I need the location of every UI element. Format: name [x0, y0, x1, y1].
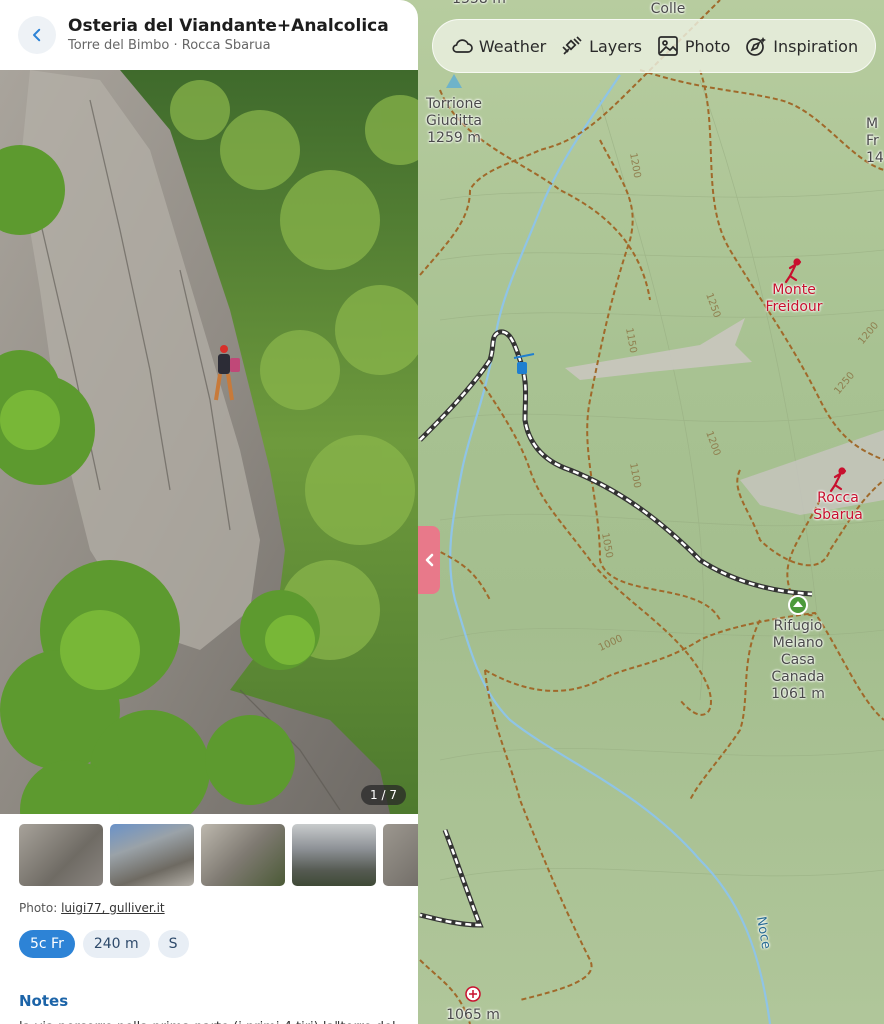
map-label-rocca-sbarua[interactable]: Rocca Sbarua: [808, 490, 868, 524]
map-label-torrione[interactable]: Torrione Giuditta 1259 m: [420, 96, 488, 147]
notes-text: la via percorre nella prima parte (i pri…: [0, 1010, 418, 1024]
spring-icon[interactable]: [465, 986, 481, 1002]
credit-link[interactable]: luigi77, gulliver.it: [61, 901, 165, 915]
thumbnail[interactable]: [383, 824, 418, 886]
weather-label: Weather: [478, 36, 547, 56]
inspiration-button[interactable]: Inspiration: [744, 34, 858, 58]
map-label-monte-freidour[interactable]: Monte Freidour: [760, 282, 828, 316]
panel-header: Osteria del Viandante+Analcolica Torre d…: [0, 0, 418, 70]
photo-label: Photo: [684, 36, 731, 56]
back-button[interactable]: [18, 16, 56, 54]
map-toolbar: Weather Layers Photo Inspiration: [432, 19, 876, 73]
photo-button[interactable]: Photo: [656, 34, 731, 58]
route-photo[interactable]: 1 / 7: [0, 70, 418, 814]
photo-credit: Photo: luigi77, gulliver.it: [0, 896, 418, 915]
map-label-top-elevation: 1358 m: [446, 0, 512, 8]
credit-prefix: Photo:: [19, 901, 62, 915]
inspiration-label: Inspiration: [773, 36, 859, 56]
grade-badge: 5c Fr: [19, 930, 75, 958]
thumbnail[interactable]: [292, 824, 376, 886]
route-detail-panel: Osteria del Viandante+Analcolica Torre d…: [0, 0, 418, 1024]
map-label-rifugio-melano[interactable]: Rifugio Melano Casa Canada 1061 m: [764, 618, 832, 703]
route-subtitle: Torre del Bimbo · Rocca Sbarua: [68, 38, 271, 53]
photo-image: [0, 70, 418, 814]
route-title: Osteria del Viandante+Analcolica: [68, 16, 389, 36]
weather-button[interactable]: Weather: [450, 34, 546, 58]
photo-counter: 1 / 7: [361, 785, 406, 805]
thumbnail[interactable]: [110, 824, 194, 886]
hut-icon[interactable]: [788, 595, 808, 615]
cloud-icon: [452, 39, 473, 53]
river-label-noce: Noce: [752, 915, 774, 951]
thumbnail[interactable]: [201, 824, 285, 886]
aspect-badge: S: [157, 930, 189, 958]
photo-thumbnails: [0, 814, 418, 896]
layers-button[interactable]: Layers: [560, 34, 642, 58]
route-tags: 5c Fr 240 m S: [0, 915, 418, 958]
cable-car-icon[interactable]: [513, 353, 535, 374]
satellite-icon: [562, 36, 582, 55]
image-icon: [657, 36, 678, 56]
length-badge: 240 m: [82, 930, 150, 958]
map-label-colle: Colle: [650, 1, 686, 17]
map-label-right-edge: M Fr 14: [866, 116, 884, 166]
climber-icon-freidour[interactable]: [784, 258, 802, 284]
map-label-elevation-1065: 1065 m: [446, 1007, 500, 1023]
chevron-left-icon: [33, 28, 41, 42]
layers-label: Layers: [589, 36, 643, 56]
header-text: Osteria del Viandante+Analcolica Torre d…: [68, 16, 389, 54]
chevron-left-icon: [425, 553, 434, 567]
thumbnail[interactable]: [19, 824, 103, 886]
peak-marker-torrione[interactable]: [446, 74, 462, 88]
collapse-panel-button[interactable]: [418, 526, 440, 594]
compass-icon: [746, 37, 767, 56]
notes-heading: Notes: [19, 992, 69, 1010]
